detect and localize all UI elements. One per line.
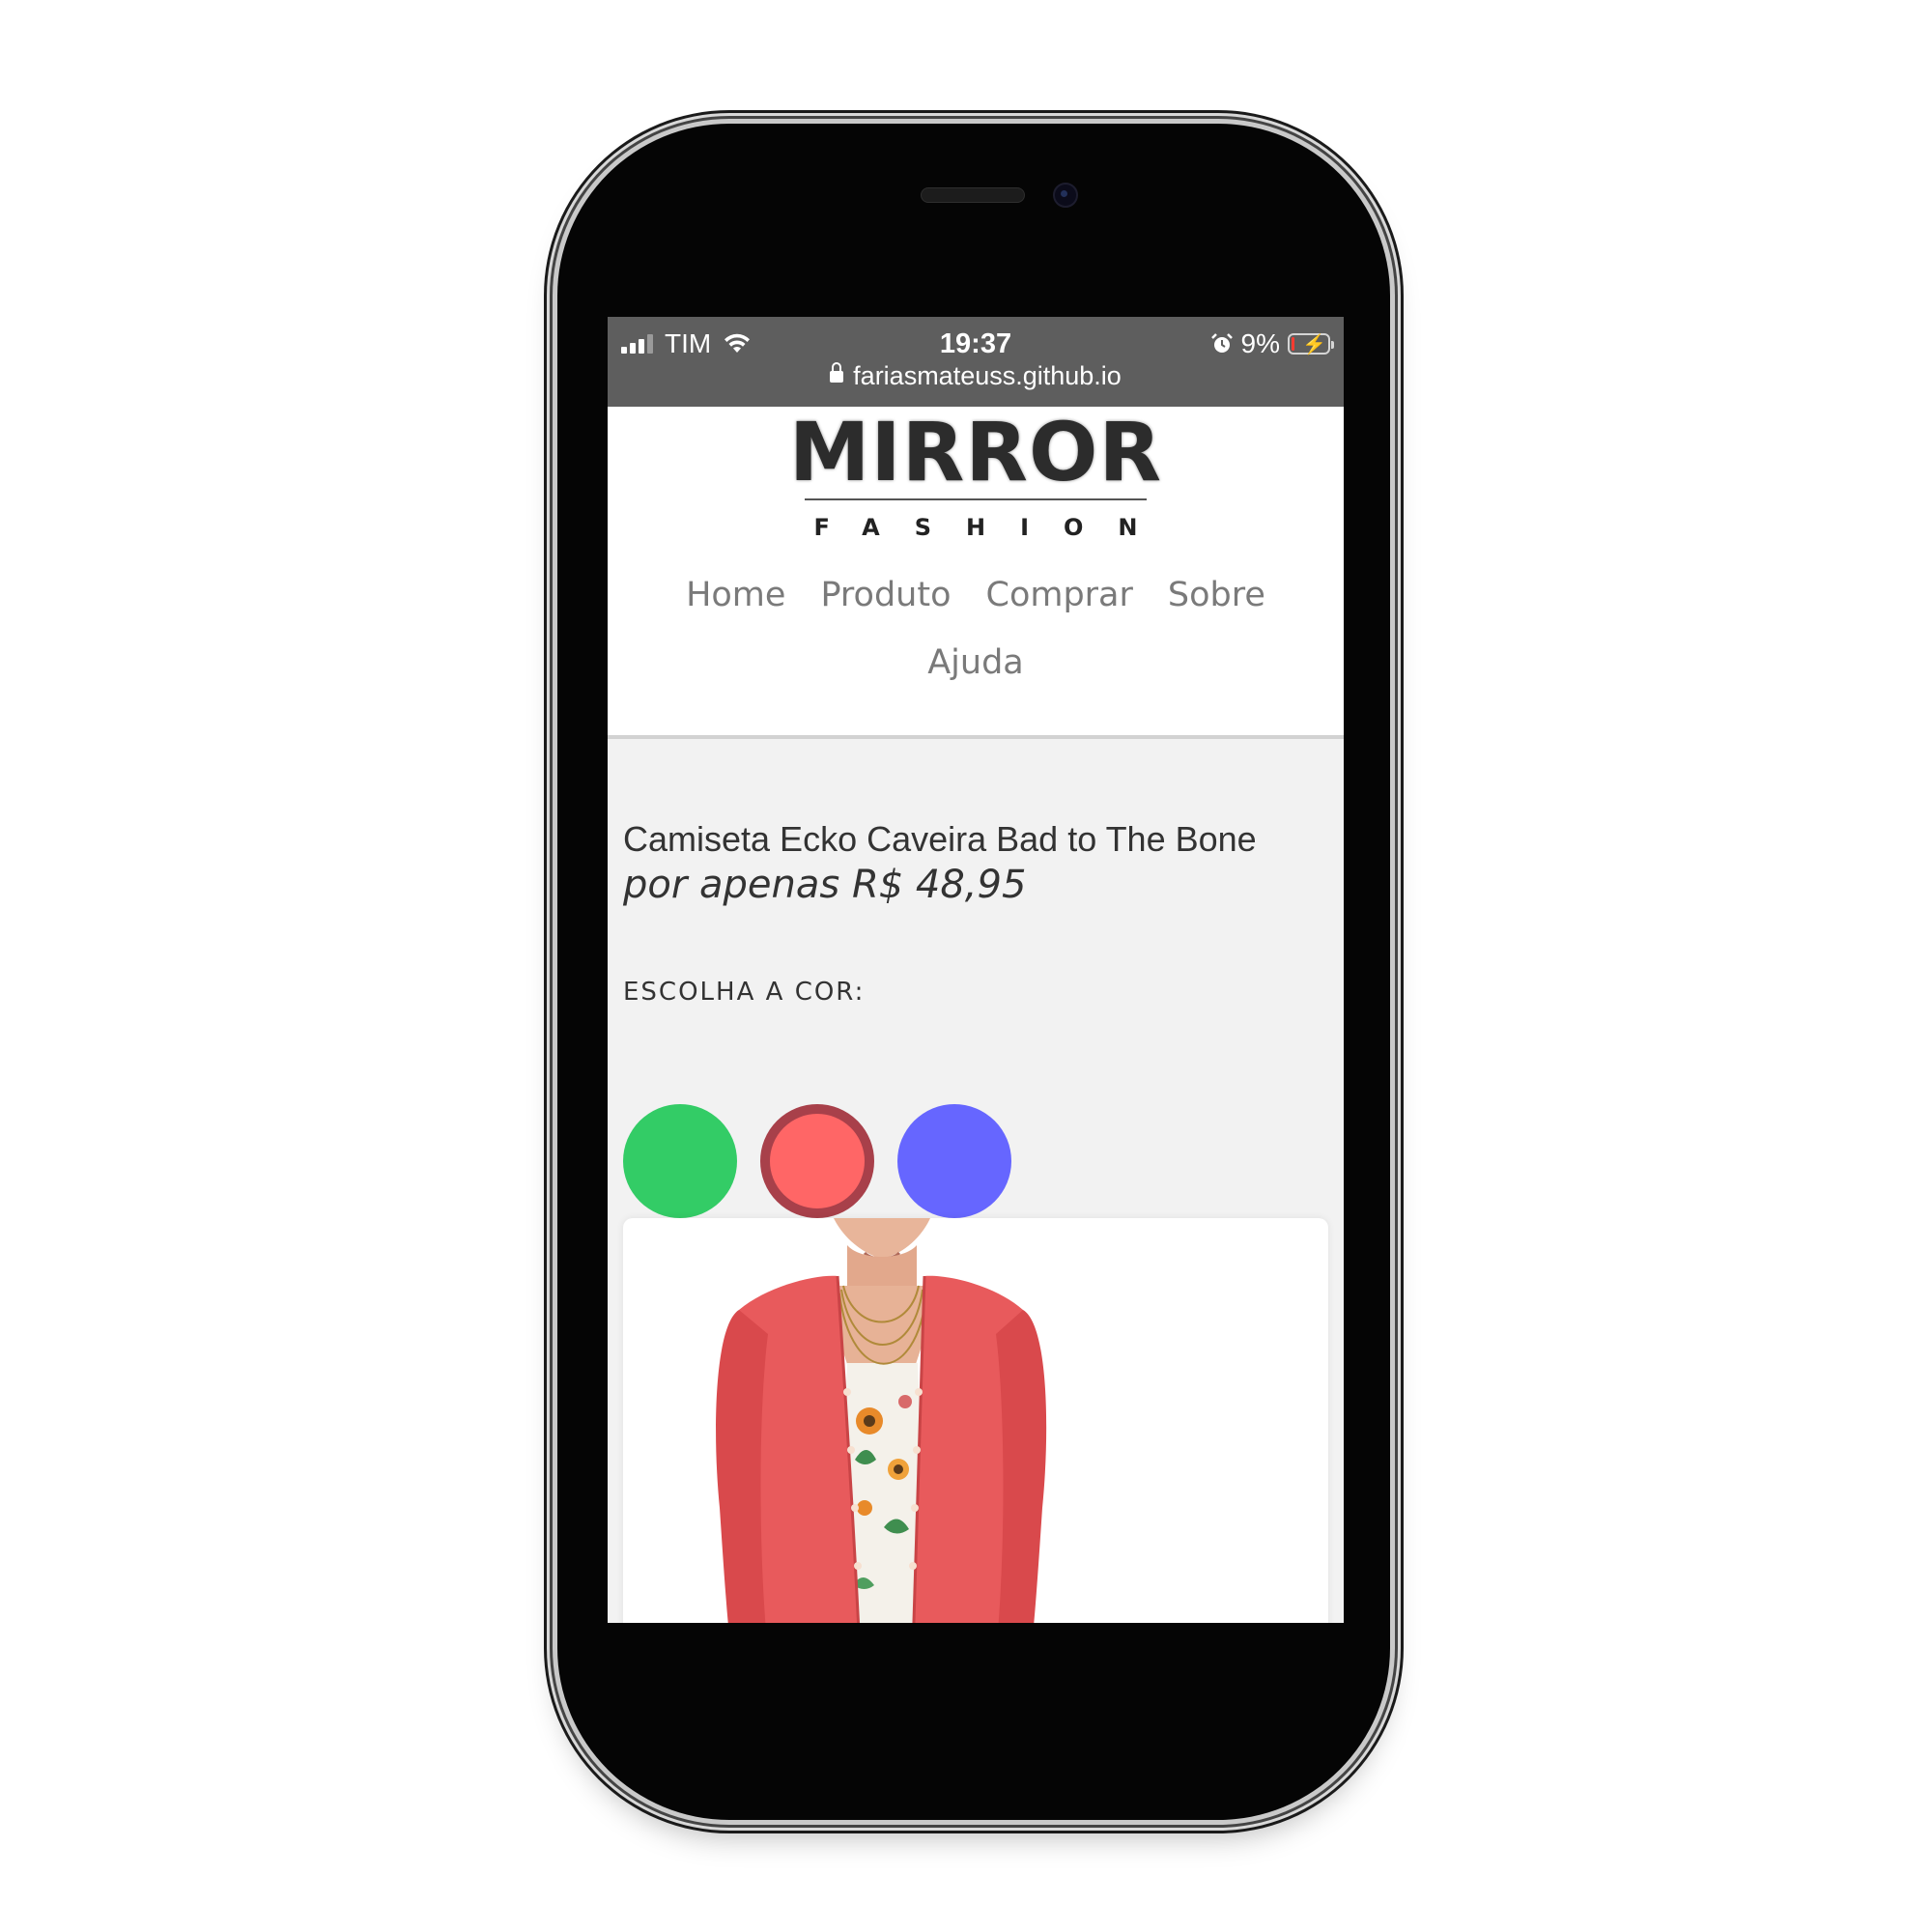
battery-percent: 9%	[1240, 328, 1280, 358]
nav-home[interactable]: Home	[686, 561, 785, 629]
earpiece-speaker	[921, 187, 1025, 203]
logo-main-text: MIRRΟR	[788, 405, 1163, 499]
color-swatch-green[interactable]	[623, 1104, 737, 1218]
charging-bolt-icon: ⚡	[1302, 334, 1326, 355]
lock-icon	[830, 361, 844, 383]
model-wearing-cardigan-image	[716, 1218, 1047, 1623]
front-camera	[1053, 183, 1078, 208]
phone-screen: TIM 19:37 9% ⚡ fariasmateuss.github.io M…	[608, 317, 1344, 1623]
main-nav: Home Produto Comprar Sobre Ajuda	[646, 561, 1305, 696]
product-image	[623, 1218, 1328, 1623]
color-swatch-red[interactable]	[760, 1104, 874, 1218]
product-title: Camiseta Ecko Caveira Bad to The Bone	[623, 819, 1257, 859]
status-right: 9% ⚡	[1210, 328, 1334, 359]
choose-color-label: ESCOLHA A COR:	[623, 978, 866, 1007]
nav-ajuda[interactable]: Ajuda	[927, 629, 1024, 696]
url-text: fariasmateuss.github.io	[853, 361, 1122, 390]
battery-level	[1292, 337, 1294, 351]
power-button	[1389, 517, 1403, 714]
product-info: Camiseta Ecko Caveira Bad to The Bone po…	[623, 819, 1328, 910]
status-bar: TIM 19:37 9% ⚡ fariasmateuss.github.io	[608, 317, 1344, 407]
product-price: por apenas R$ 48,95	[623, 863, 1027, 907]
logo-sub-text: FASHION	[813, 514, 1173, 541]
color-swatches	[623, 1104, 1011, 1218]
site-header: MIRRΟR FASHION Home Produto Comprar Sobre Aj…	[608, 407, 1344, 739]
mirror-fashion-logo[interactable]: MIRRΟR FASHION	[608, 409, 1344, 541]
nav-produto[interactable]: Produto	[820, 561, 951, 629]
nav-sobre[interactable]: Sobre	[1168, 561, 1265, 629]
url-bar[interactable]: fariasmateuss.github.io	[608, 361, 1344, 391]
color-swatch-blue[interactable]	[897, 1104, 1011, 1218]
battery-icon: ⚡	[1288, 333, 1334, 355]
alarm-icon	[1210, 333, 1233, 353]
nav-comprar[interactable]: Comprar	[986, 561, 1133, 629]
